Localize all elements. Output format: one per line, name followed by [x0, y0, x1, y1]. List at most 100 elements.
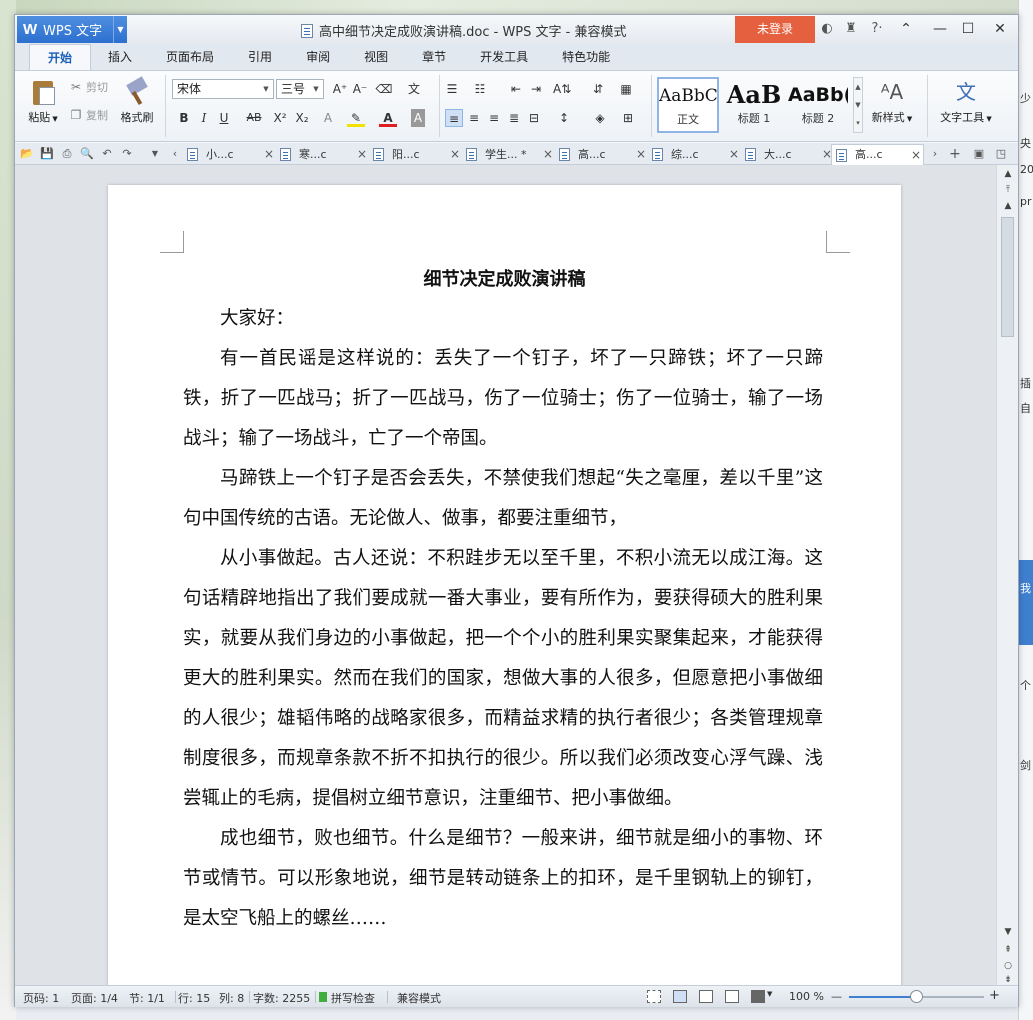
decrease-indent-icon[interactable]: ⇤: [507, 80, 525, 98]
wps-app-menu-button[interactable]: W WPS 文字 ▼: [17, 16, 127, 43]
char-shading-icon[interactable]: A: [411, 109, 425, 127]
sort-icon[interactable]: ⇵: [589, 80, 607, 98]
shrink-font-icon[interactable]: A⁻: [351, 80, 369, 98]
highlight-icon[interactable]: ✎: [347, 109, 365, 127]
styles-scroll-button[interactable]: ▲ ▼ ▾: [853, 77, 863, 133]
bold-icon[interactable]: B: [175, 109, 193, 127]
bullet-list-icon[interactable]: ☰: [443, 80, 461, 98]
tab-special[interactable]: 特色功能: [545, 44, 627, 70]
outline-view-icon[interactable]: [699, 990, 713, 1003]
style-heading-1[interactable]: AaB 标题 1: [723, 77, 785, 133]
tabs-scroll-right-icon[interactable]: ›: [927, 146, 943, 162]
scrollbar-thumb[interactable]: [1001, 217, 1014, 337]
style-normal[interactable]: AaBbC 正文: [657, 77, 719, 133]
zoom-slider-handle[interactable]: [910, 990, 923, 1003]
status-spell-check[interactable]: 拼写检查: [331, 990, 375, 1006]
scroll-up-icon[interactable]: ▲: [1000, 199, 1016, 213]
status-column[interactable]: 列: 8: [219, 990, 244, 1006]
font-size-select[interactable]: 三号 ▼: [276, 79, 324, 99]
paragraph[interactable]: 有一首民谣是这样说的：丢失了一个钉子，坏了一只蹄铁；坏了一只蹄铁，折了一匹战马；…: [183, 339, 823, 459]
fullscreen-view-icon[interactable]: [647, 990, 661, 1003]
paragraph[interactable]: 成也细节，败也细节。什么是细节？一般来讲，细节就是细小的事物、环节或情节。可以形…: [183, 819, 823, 939]
scroll-top-icon[interactable]: ⤒: [1000, 183, 1016, 197]
doc-tab[interactable]: 学生... * ×: [462, 144, 555, 165]
align-center-icon[interactable]: ≡: [465, 109, 483, 127]
undo-icon[interactable]: ↶: [99, 146, 115, 162]
paste-button[interactable]: 粘贴 ▼: [23, 77, 63, 125]
close-icon[interactable]: ×: [264, 144, 274, 164]
close-icon[interactable]: ×: [729, 144, 739, 164]
style-heading-2[interactable]: AaBb( 标题 2: [787, 77, 849, 133]
tab-chapter[interactable]: 章节: [405, 44, 463, 70]
scroll-up-icon[interactable]: ▲: [1000, 167, 1016, 181]
status-word-count[interactable]: 字数: 2255: [253, 990, 310, 1006]
scroll-down-icon[interactable]: ▼: [1000, 925, 1016, 939]
vertical-scrollbar[interactable]: ▲ ⤒ ▲ ▼ ⇞ ○ ⇟: [996, 165, 1018, 985]
chevron-down-icon[interactable]: ▼: [113, 16, 127, 43]
justify-icon[interactable]: ≣: [505, 109, 523, 127]
status-line[interactable]: 行: 15: [178, 990, 210, 1006]
status-page[interactable]: 页码: 1: [23, 990, 59, 1006]
tab-insert[interactable]: 插入: [91, 44, 149, 70]
document-page[interactable]: 细节决定成败演讲稿 大家好： 有一首民谣是这样说的：丢失了一个钉子，坏了一只蹄铁…: [108, 185, 901, 985]
maximize-button[interactable]: ☐: [957, 19, 979, 39]
phonetic-guide-icon[interactable]: 文: [401, 80, 427, 98]
tab-settings-icon[interactable]: ◳: [993, 146, 1009, 162]
new-tab-icon[interactable]: +: [947, 146, 963, 162]
underline-icon[interactable]: U: [215, 109, 233, 127]
page-view-icon[interactable]: [673, 990, 687, 1003]
close-icon[interactable]: ×: [357, 144, 367, 164]
shirt-icon[interactable]: ♜: [843, 21, 859, 37]
web-view-icon[interactable]: [725, 990, 739, 1003]
status-section[interactable]: 节: 1/1: [129, 990, 165, 1006]
tab-list-icon[interactable]: ▣: [971, 146, 987, 162]
format-painter-button[interactable]: 格式刷: [117, 76, 157, 125]
paragraph[interactable]: 马蹄铁上一个钉子是否会丢失，不禁使我们想起“失之毫厘，差以千里”这句中国传统的古…: [183, 459, 823, 539]
shading-icon[interactable]: ◈: [591, 109, 609, 127]
align-right-icon[interactable]: ≡: [485, 109, 503, 127]
copy-button[interactable]: ❐ 复制: [69, 107, 108, 123]
tab-references[interactable]: 引用: [231, 44, 289, 70]
zoom-level[interactable]: 100 %: [789, 990, 824, 1003]
text-tools-button[interactable]: 文 文字工具 ▼: [933, 77, 999, 125]
help-icon[interactable]: ?·: [867, 21, 887, 37]
font-color-icon[interactable]: A: [379, 109, 397, 127]
doc-tab[interactable]: 寒...c ×: [276, 144, 369, 165]
doc-tab[interactable]: 小...c ×: [183, 144, 276, 165]
doc-tab[interactable]: 阳...c ×: [369, 144, 462, 165]
login-button[interactable]: 未登录: [735, 16, 815, 43]
close-icon[interactable]: ×: [543, 144, 553, 164]
italic-icon[interactable]: I: [195, 109, 213, 127]
skin-icon[interactable]: ◐: [819, 21, 835, 37]
print-preview-icon[interactable]: 🔍: [79, 146, 95, 162]
doc-tab[interactable]: 高...c ×: [555, 144, 648, 165]
redo-icon[interactable]: ↷: [119, 146, 135, 162]
tab-view[interactable]: 视图: [347, 44, 405, 70]
grow-font-icon[interactable]: A⁺: [331, 80, 349, 98]
close-button[interactable]: ✕: [989, 19, 1011, 39]
subscript-icon[interactable]: X₂: [293, 109, 311, 127]
document-body[interactable]: 大家好： 有一首民谣是这样说的：丢失了一个钉子，坏了一只蹄铁；坏了一只蹄铁，折了…: [183, 299, 823, 939]
line-spacing-icon[interactable]: ↕: [555, 109, 573, 127]
select-browse-object-icon[interactable]: ○: [1000, 959, 1016, 973]
close-icon[interactable]: ×: [636, 144, 646, 164]
document-heading[interactable]: 细节决定成败演讲稿: [108, 265, 901, 291]
chevron-down-icon[interactable]: ▼: [767, 990, 772, 998]
print-icon[interactable]: ⎙: [59, 146, 75, 162]
align-left-icon[interactable]: ≡: [445, 109, 463, 127]
zoom-in-icon[interactable]: +: [989, 988, 1000, 1003]
superscript-icon[interactable]: X²: [271, 109, 289, 127]
close-icon[interactable]: ×: [911, 145, 921, 165]
doc-tab[interactable]: 综...c ×: [648, 144, 741, 165]
table-border-icon[interactable]: ▦: [617, 80, 635, 98]
tab-developer[interactable]: 开发工具: [463, 44, 545, 70]
increase-indent-icon[interactable]: ⇥: [527, 80, 545, 98]
paragraph-greeting[interactable]: 大家好：: [183, 299, 823, 339]
border-icon[interactable]: ⊞: [619, 109, 637, 127]
text-direction-icon[interactable]: A⇅: [553, 80, 571, 98]
paragraph[interactable]: 从小事做起。古人还说：不积跬步无以至千里，不积小流无以成江海。这句话精辟地指出了…: [183, 539, 823, 819]
previous-page-icon[interactable]: ⇞: [1000, 943, 1016, 957]
tab-review[interactable]: 审阅: [289, 44, 347, 70]
reading-view-icon[interactable]: [751, 990, 765, 1003]
font-name-select[interactable]: 宋体 ▼: [172, 79, 274, 99]
